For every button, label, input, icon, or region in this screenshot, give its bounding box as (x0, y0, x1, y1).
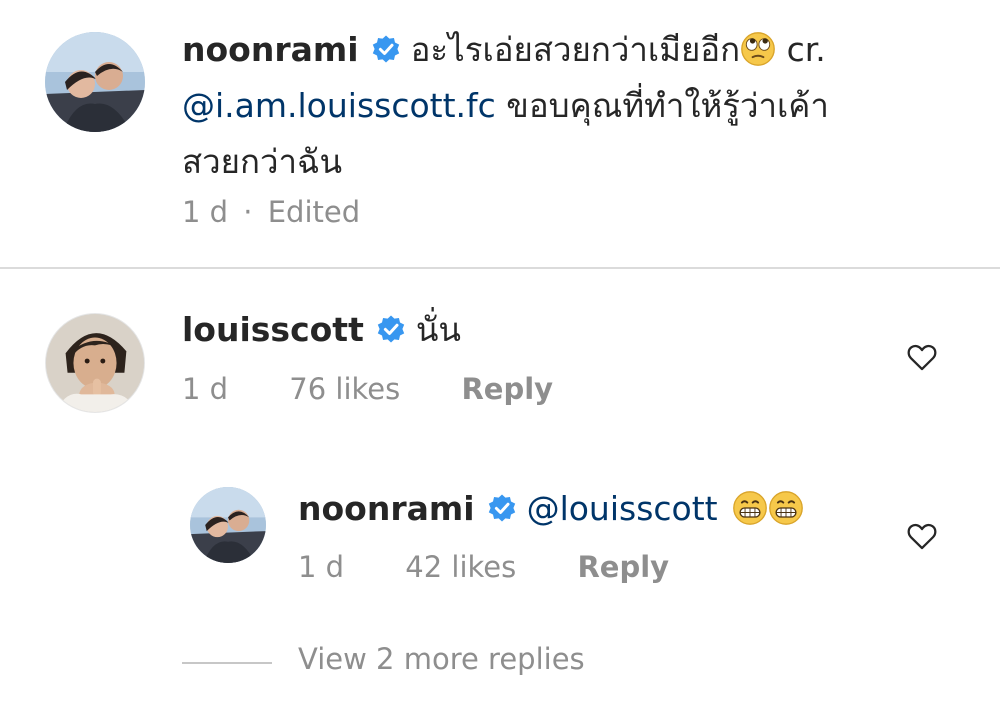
comment-text: นั่น (415, 310, 461, 349)
view-more-replies-button[interactable]: View 2 more replies (298, 642, 585, 676)
like-count[interactable]: 76 likes (289, 372, 400, 406)
mention-link[interactable]: @i.am.louisscott.fc (182, 86, 496, 125)
verified-badge-icon (376, 314, 406, 344)
comment-text: สวยกว่าฉัน (182, 142, 343, 181)
reply-button[interactable]: Reply (461, 372, 553, 406)
avatar[interactable] (45, 32, 145, 132)
mention-link[interactable]: @louisscott (527, 489, 718, 528)
face-with-rolling-eyes-icon (740, 31, 776, 67)
meta-separator: · (243, 195, 253, 229)
grinning-face-icon (768, 490, 804, 526)
comment-text: อะไรเอ่ยสวยกว่าเมียอีก (410, 30, 741, 69)
reply-button[interactable]: Reply (577, 550, 669, 584)
edited-label: Edited (267, 195, 361, 229)
reply-username[interactable]: noonrami (298, 489, 475, 528)
comment-username[interactable]: noonrami (182, 30, 359, 69)
comment-timestamp: 1 d (182, 372, 229, 406)
like-count[interactable]: 42 likes (405, 550, 516, 584)
grinning-face-icon (732, 490, 768, 526)
avatar[interactable] (45, 313, 145, 413)
comment-text: ขอบคุณที่ทำให้รู้ว่าเค้า (495, 86, 829, 125)
comment-timestamp: 1 d (182, 195, 229, 229)
reply-timestamp: 1 d (298, 550, 345, 584)
comment-text: cr. (776, 30, 826, 69)
heart-outline-icon[interactable] (905, 519, 939, 553)
view-replies-line (182, 662, 272, 664)
heart-outline-icon[interactable] (905, 340, 939, 374)
comment-divider (0, 267, 1000, 269)
verified-badge-icon (371, 34, 401, 64)
verified-badge-icon (487, 493, 517, 523)
comment-username[interactable]: louisscott (182, 310, 364, 349)
avatar[interactable] (190, 487, 266, 563)
